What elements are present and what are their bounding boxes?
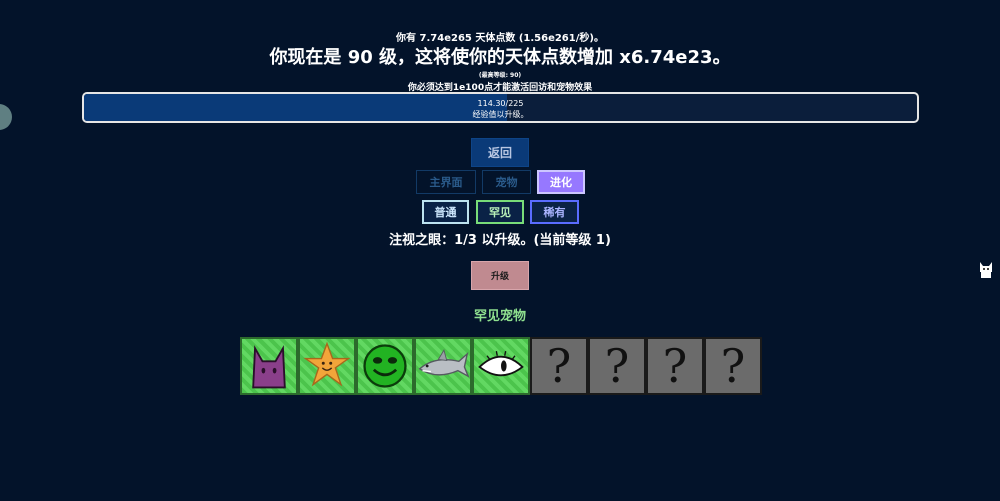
- tab-evolve[interactable]: 进化: [537, 170, 585, 194]
- rarity-common-button[interactable]: 普通: [422, 200, 469, 224]
- pet-tile[interactable]: [240, 337, 298, 395]
- gray-shark-pet-icon: [418, 348, 470, 378]
- level-readout: 你现在是 90 级，这将使你的天体点数增加 x6.74e23。: [269, 47, 731, 68]
- evolution-status-text: 注视之眼：1/3 以升级。(当前等级 1): [389, 233, 611, 248]
- pet-tile[interactable]: ?: [588, 337, 646, 395]
- tab-main[interactable]: 主界面: [416, 170, 476, 194]
- question-mark-icon: ?: [662, 339, 688, 393]
- pets-section-title: 罕见宠物: [473, 309, 526, 324]
- cat-icon[interactable]: [978, 258, 994, 280]
- back-button[interactable]: 返回: [471, 138, 529, 167]
- xp-label-text: 经验值以升级。: [472, 110, 529, 119]
- pet-tile[interactable]: ?: [530, 337, 588, 395]
- purple-cat-pet-icon: [252, 345, 286, 389]
- pet-tile[interactable]: [414, 337, 472, 395]
- max-level-text: (最高等级: 90): [478, 72, 522, 79]
- eye-pet-icon: [478, 350, 524, 377]
- pet-tile[interactable]: [356, 337, 414, 395]
- xp-value-text: 114.30/225: [477, 99, 524, 108]
- rarity-rare-button[interactable]: 稀有: [530, 200, 579, 224]
- orange-star-pet-icon: [303, 341, 351, 387]
- question-mark-icon: ?: [546, 339, 572, 393]
- question-mark-icon: ?: [720, 339, 746, 393]
- upgrade-button[interactable]: 升级: [471, 261, 529, 290]
- pet-tile[interactable]: ?: [704, 337, 762, 395]
- points-readout: 你有 7.74e265 天体点数 (1.56e261/秒)。: [396, 33, 604, 44]
- question-mark-icon: ?: [604, 339, 630, 393]
- pet-tile[interactable]: [298, 337, 356, 395]
- pet-grid: ? ? ? ?: [240, 337, 762, 395]
- side-toggle-circle[interactable]: [0, 104, 12, 130]
- rarity-uncommon-button[interactable]: 罕见: [476, 200, 524, 224]
- pet-tile[interactable]: [472, 337, 530, 395]
- green-smiley-pet-icon: [363, 344, 407, 388]
- xp-progress-bar: 114.30/225 经验值以升级。: [82, 92, 919, 123]
- tab-pets[interactable]: 宠物: [482, 170, 531, 194]
- pet-tile[interactable]: ?: [646, 337, 704, 395]
